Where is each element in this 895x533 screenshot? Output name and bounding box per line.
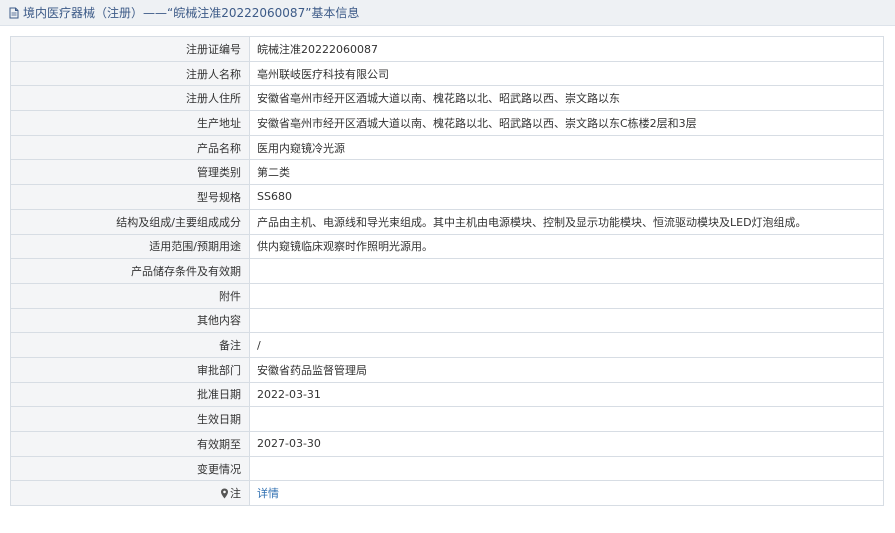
- field-value: [249, 455, 884, 482]
- table-row: 变更情况: [10, 455, 884, 482]
- table-row: 型号规格 SS680: [10, 184, 884, 210]
- field-label: 产品名称: [10, 134, 250, 161]
- table-row: 生产地址 安徽省亳州市经开区酒城大道以南、槐花路以北、昭武路以西、崇文路以东C栋楼…: [10, 110, 884, 136]
- table-row: 备注 /: [10, 332, 884, 358]
- note-label-cell: 注: [10, 480, 250, 507]
- document-icon: [9, 7, 19, 18]
- field-value: 医用内窥镜冷光源: [249, 134, 884, 161]
- field-value: 安徽省亳州市经开区酒城大道以南、槐花路以北、昭武路以西、崇文路以东: [249, 85, 884, 112]
- table-row: 注册人名称 亳州联岐医疗科技有限公司: [10, 60, 884, 87]
- page-title: 境内医疗器械（注册）——“皖械注准20222060087”基本信息: [23, 6, 360, 20]
- field-value: 皖械注准20222060087: [249, 36, 884, 62]
- field-value: 第二类: [249, 159, 884, 186]
- details-link[interactable]: 详情: [257, 487, 279, 500]
- field-label: 注册人名称: [10, 60, 250, 87]
- field-value: [249, 258, 884, 284]
- table-row: 产品储存条件及有效期: [10, 258, 884, 284]
- note-row: 注 详情: [10, 480, 884, 507]
- field-value: 安徽省药品监督管理局: [249, 356, 884, 383]
- field-label: 其他内容: [10, 307, 250, 334]
- field-value: [249, 307, 884, 334]
- info-table: 注册证编号 皖械注准20222060087 注册人名称 亳州联岐医疗科技有限公司 注册人…: [10, 36, 884, 507]
- table-row: 审批部门 安徽省药品监督管理局: [10, 356, 884, 383]
- table-row: 结构及组成/主要组成成分 产品由主机、电源线和导光束组成。其中主机由电源模块、控制…: [10, 208, 884, 235]
- field-label: 注册人住所: [10, 85, 250, 112]
- map-pin-icon: [221, 488, 228, 499]
- field-value: /: [249, 332, 884, 358]
- field-label: 备注: [10, 332, 250, 358]
- field-label: 产品储存条件及有效期: [10, 258, 250, 284]
- field-value: [249, 282, 884, 309]
- info-table-container: 注册证编号 皖械注准20222060087 注册人名称 亳州联岐医疗科技有限公司 注册人…: [10, 36, 884, 507]
- table-row: 有效期至 2027-03-30: [10, 431, 884, 457]
- table-row: 注册人住所 安徽省亳州市经开区酒城大道以南、槐花路以北、昭武路以西、崇文路以东: [10, 85, 884, 112]
- field-label: 有效期至: [10, 431, 250, 457]
- field-value: 2027-03-30: [249, 431, 884, 457]
- table-row: 管理类别 第二类: [10, 159, 884, 186]
- table-row: 生效日期: [10, 406, 884, 432]
- field-value: 产品由主机、电源线和导光束组成。其中主机由电源模块、控制及显示功能模块、恒流驱动…: [249, 208, 884, 235]
- field-value: 供内窥镜临床观察时作照明光源用。: [249, 233, 884, 260]
- field-label: 型号规格: [10, 184, 250, 210]
- page-header: 境内医疗器械（注册）——“皖械注准20222060087”基本信息: [0, 0, 895, 26]
- field-label: 变更情况: [10, 455, 250, 482]
- field-label: 生效日期: [10, 406, 250, 432]
- table-row: 适用范围/预期用途 供内窥镜临床观察时作照明光源用。: [10, 233, 884, 260]
- field-value: 安徽省亳州市经开区酒城大道以南、槐花路以北、昭武路以西、崇文路以东C栋楼2层和3…: [249, 110, 884, 136]
- table-row: 注册证编号 皖械注准20222060087: [10, 36, 884, 62]
- table-row: 附件: [10, 282, 884, 309]
- note-value-cell: 详情: [249, 480, 884, 507]
- table-row: 产品名称 医用内窥镜冷光源: [10, 134, 884, 161]
- field-label: 生产地址: [10, 110, 250, 136]
- table-row: 批准日期 2022-03-31: [10, 381, 884, 408]
- field-label: 适用范围/预期用途: [10, 233, 250, 260]
- field-value: 2022-03-31: [249, 381, 884, 408]
- field-label: 结构及组成/主要组成成分: [10, 208, 250, 235]
- field-value: 亳州联岐医疗科技有限公司: [249, 60, 884, 87]
- field-label: 审批部门: [10, 356, 250, 383]
- field-value: SS680: [249, 184, 884, 210]
- field-value: [249, 406, 884, 432]
- field-label: 管理类别: [10, 159, 250, 186]
- table-row: 其他内容: [10, 307, 884, 334]
- note-label: 注: [230, 487, 241, 501]
- field-label: 批准日期: [10, 381, 250, 408]
- field-label: 附件: [10, 282, 250, 309]
- field-label: 注册证编号: [10, 36, 250, 62]
